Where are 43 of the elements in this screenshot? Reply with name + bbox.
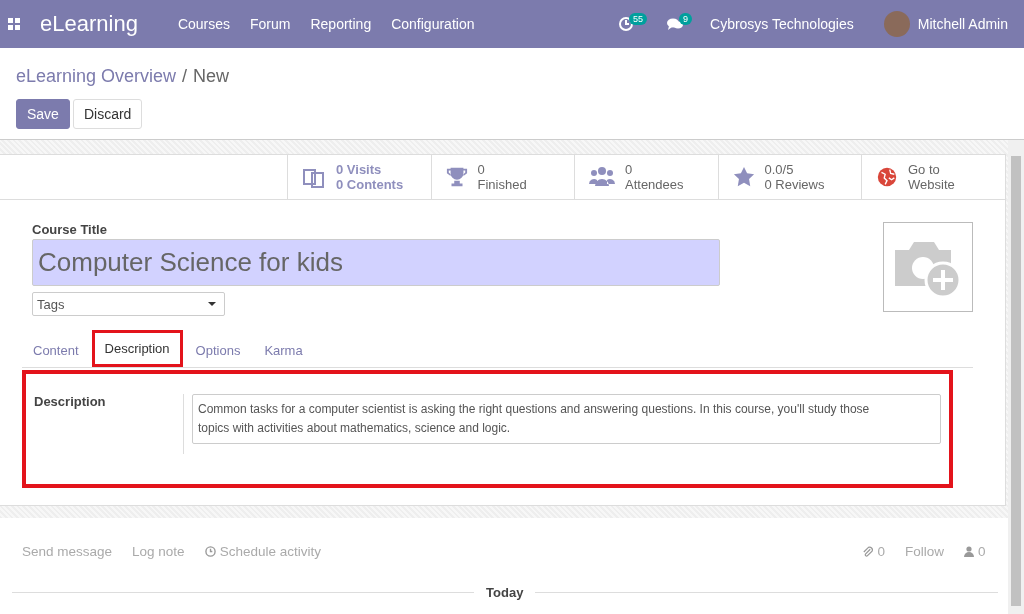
trophy-icon	[445, 166, 468, 188]
stat-text: 0 Attendees	[625, 162, 684, 192]
save-button[interactable]: Save	[16, 99, 70, 129]
stat-text: 0.0/5 0 Reviews	[764, 162, 825, 192]
paperclip-icon	[862, 545, 874, 558]
breadcrumb-current: New	[193, 66, 230, 87]
chatter-link[interactable]: Log note	[132, 544, 185, 559]
star-icon	[732, 166, 755, 188]
menu-item[interactable]: Reporting	[310, 16, 372, 32]
stat-text: 0 Finished	[477, 162, 527, 192]
description-text-field[interactable]: Common tasks for a computer scientist is asking the right questions and answering questions. In this course, you'll study those topics with activities about mathematics, science and logic.	[192, 394, 941, 444]
scrollbar-thumb[interactable]	[1010, 156, 1021, 606]
stat-text: Go to Website	[908, 162, 955, 192]
breadcrumb-link[interactable]: eLearning Overview	[16, 66, 177, 87]
company-name[interactable]: Cybrosys Technologies	[710, 16, 854, 32]
clock-icon	[204, 546, 216, 557]
globe-icon	[876, 166, 898, 188]
field-label: Description	[34, 394, 184, 454]
title-input-field[interactable]: Computer Science for kids	[32, 239, 720, 286]
message-count-badge: 9	[679, 13, 692, 25]
activity-count-badge: 55	[629, 13, 647, 25]
chatter-link[interactable]: Schedule activity	[204, 544, 321, 559]
discard-button[interactable]: Discard	[72, 99, 143, 129]
chatter-link[interactable]: Send message	[22, 544, 113, 559]
menu-item[interactable]: Configuration	[391, 16, 475, 32]
menu-item[interactable]: Courses	[177, 16, 230, 32]
user-name[interactable]: Mitchell Admin	[917, 16, 1008, 32]
app-name[interactable]: eLearning	[40, 11, 138, 37]
tags-dropdown[interactable]: Tags	[32, 292, 225, 316]
caret-icon	[208, 302, 216, 306]
stat-text: 0 Visits 0 Contents	[336, 162, 404, 192]
followers-button[interactable]: 0	[964, 544, 986, 559]
user-icon	[964, 546, 974, 557]
menu-item[interactable]: Forum	[250, 16, 291, 32]
field-label: Course Title	[32, 222, 108, 237]
apps-grid-icon[interactable]	[8, 18, 20, 30]
breadcrumb-separator: /	[182, 66, 188, 87]
follow-button[interactable]: Follow	[904, 544, 944, 559]
attachments-button[interactable]: 0	[862, 544, 885, 559]
clock-icon[interactable]	[619, 17, 633, 31]
date-separator: Today	[486, 585, 524, 600]
users-icon	[589, 166, 615, 188]
tab[interactable]: Description	[91, 330, 183, 367]
